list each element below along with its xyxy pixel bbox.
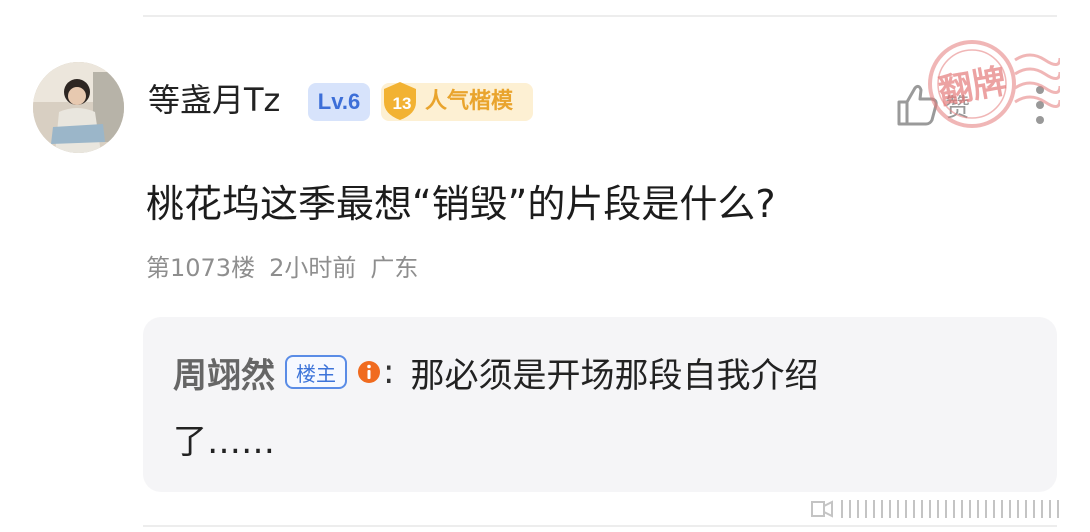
reply-box[interactable]: 周翊然 楼主 : 那必须是开场那段自我介绍 了…… [143, 317, 1057, 492]
reply-author[interactable]: 周翊然 [173, 348, 275, 397]
avatar-image [33, 62, 124, 153]
like-label: 赞 [945, 93, 971, 122]
level-badge: Lv.6 [308, 83, 370, 121]
like-button[interactable]: 赞 [896, 82, 978, 132]
more-vertical-icon [1036, 86, 1044, 124]
avatar[interactable] [33, 62, 124, 153]
floor-number: 第1073楼 [146, 254, 256, 282]
thumbs-up-icon [897, 84, 938, 126]
info-icon [358, 361, 380, 383]
post-location: 广东 [370, 254, 419, 282]
reply-header: 周翊然 楼主 : 那必须是开场那段自我介绍 [173, 347, 818, 397]
reply-colon: : [383, 352, 395, 392]
popularity-rank: 13 [392, 94, 412, 113]
popularity-badge: 13 人气楷模 [381, 82, 533, 121]
reply-text-line1: 那必须是开场那段自我介绍 [410, 355, 819, 396]
reply-text-line2: 了…… [173, 422, 275, 462]
watermark-icon [811, 500, 1059, 518]
post-time: 2小时前 [269, 254, 357, 282]
top-divider [143, 15, 1057, 17]
bottom-divider [143, 525, 1057, 527]
more-options-button[interactable] [1025, 80, 1055, 130]
owner-badge: 楼主 [285, 355, 347, 389]
post-question: 桃花坞这季最想“销毁”的片段是什么? [146, 182, 776, 226]
post-meta: 第1073楼 2小时前 广东 [146, 252, 432, 284]
popularity-label: 人气楷模 [425, 89, 514, 114]
username[interactable]: 等盏月Tz [148, 80, 280, 120]
